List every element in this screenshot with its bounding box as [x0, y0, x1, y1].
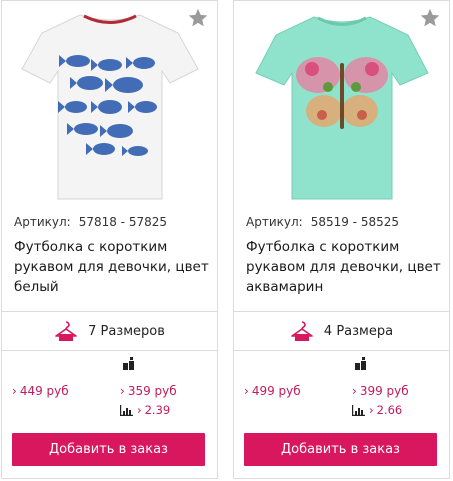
sku-value: 57818 - 57825 — [78, 215, 167, 229]
wholesale-price: › 359 руб — [120, 384, 177, 398]
sizes-selector[interactable]: 4 Размера — [234, 311, 449, 351]
wholesale-icon — [355, 357, 366, 370]
sku-row: Артикул: 57818 - 57825 — [14, 215, 167, 229]
wholesale-price: › 399 руб — [352, 384, 409, 398]
product-image[interactable] — [252, 7, 432, 203]
hanger-icon — [55, 321, 77, 341]
sizes-count: 4 Размера — [323, 323, 394, 339]
stat-value: 2.39 — [144, 403, 171, 417]
sizes-selector[interactable]: 7 Размеров — [2, 311, 217, 351]
sku-label: Артикул: — [14, 215, 71, 229]
product-card: Артикул: 57818 - 57825 Футболка с коротки… — [1, 0, 218, 479]
product-title[interactable]: Футболка с коротким рукавом для девочки,… — [14, 237, 210, 297]
sku-value: 58519 - 58525 — [310, 215, 399, 229]
hanger-icon — [291, 321, 313, 341]
retail-price: › 449 руб — [12, 384, 69, 398]
bar-chart-icon — [352, 404, 365, 416]
stat-row: › 2.66 — [352, 403, 402, 417]
product-card: Артикул: 58519 - 58525 Футболка с коротки… — [233, 0, 450, 479]
add-to-order-button[interactable]: Добавить в заказ — [244, 433, 437, 466]
bar-chart-icon — [120, 404, 133, 416]
wholesale-icon — [123, 357, 134, 370]
add-to-order-button[interactable]: Добавить в заказ — [12, 433, 205, 466]
retail-price: › 499 руб — [244, 384, 301, 398]
product-image[interactable] — [20, 7, 200, 203]
stat-row: › 2.39 — [120, 403, 170, 417]
stat-value: 2.66 — [376, 403, 403, 417]
product-title[interactable]: Футболка с коротким рукавом для девочки,… — [246, 237, 442, 297]
sku-row: Артикул: 58519 - 58525 — [246, 215, 399, 229]
sku-label: Артикул: — [246, 215, 303, 229]
sizes-count: 7 Размеров — [88, 323, 165, 339]
